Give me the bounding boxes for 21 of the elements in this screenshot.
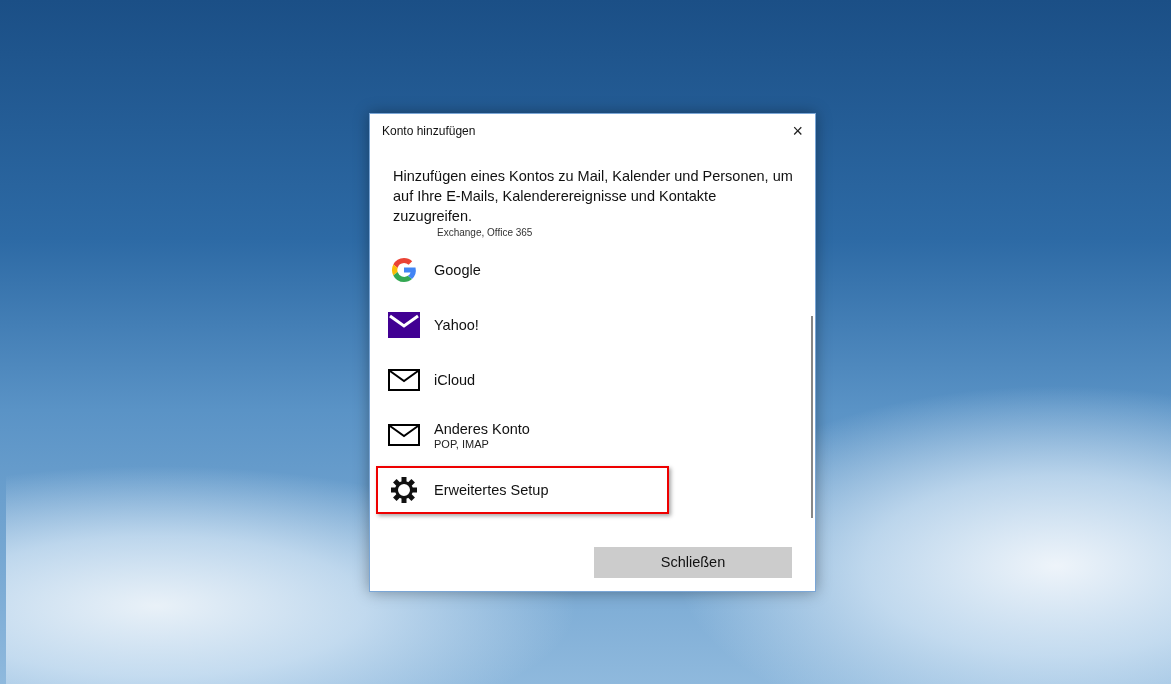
dialog-title: Konto hinzufügen — [382, 123, 476, 140]
close-button[interactable]: × — [788, 122, 807, 140]
account-option[interactable]: Google — [376, 246, 669, 294]
scrollbar[interactable] — [811, 316, 813, 518]
close-button[interactable]: Schließen — [594, 547, 792, 578]
envelope-icon — [388, 312, 420, 338]
account-name: Anderes Konto — [434, 420, 530, 438]
account-name: Yahoo! — [434, 316, 479, 334]
account-name: Erweitertes Setup — [434, 481, 549, 499]
account-option[interactable]: Erweitertes Setup — [376, 466, 669, 514]
envelope-icon — [388, 424, 420, 446]
account-name: Google — [434, 261, 481, 279]
account-subtitle: POP, IMAP — [434, 437, 490, 450]
gear-icon — [390, 476, 418, 504]
description-text: Hinzufügen eines Kontos zu Mail, Kalender und Personen, um auf Ihre E-Mails, Kalenderereignisse und Kontakte zuzugreifen. — [392, 167, 794, 226]
account-subtitle: Exchange, Office 365 — [436, 227, 534, 238]
account-option[interactable]: Yahoo! — [376, 301, 669, 349]
envelope-icon — [388, 369, 420, 391]
account-name: iCloud — [434, 371, 476, 389]
account-option[interactable]: Anderes Konto POP, IMAP — [376, 411, 669, 459]
account-option[interactable]: iCloud — [376, 356, 669, 404]
